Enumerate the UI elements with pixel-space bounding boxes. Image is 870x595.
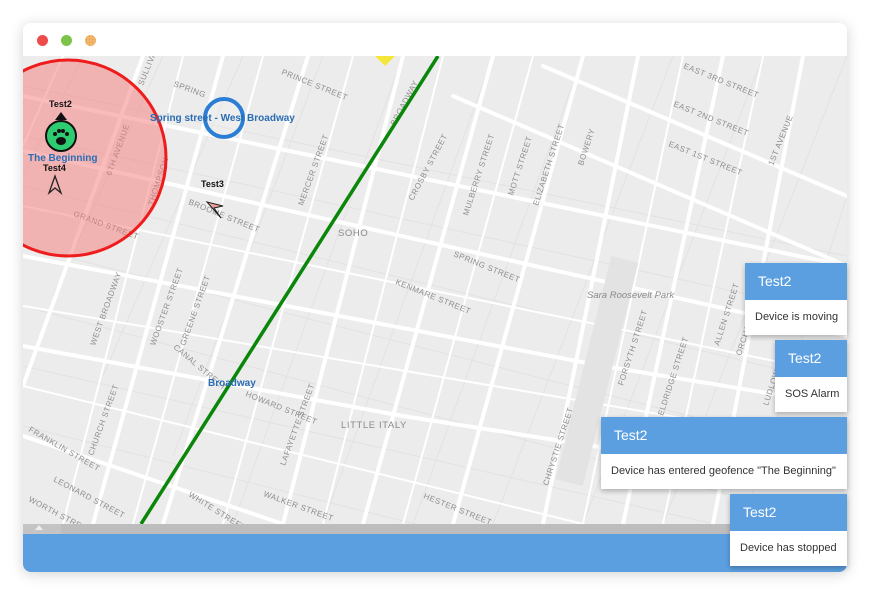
- area-label-little-italy: LITTLE ITALY: [341, 420, 407, 431]
- title-bar: [23, 23, 847, 56]
- scroll-up-icon[interactable]: [35, 525, 43, 530]
- geofence-label-broadway: Broadway: [208, 378, 256, 389]
- maximize-window-button[interactable]: [85, 35, 96, 46]
- street-label: SPRING: [172, 79, 207, 99]
- notification-message: Device is moving: [755, 311, 839, 323]
- notification-title: Test2: [775, 340, 847, 377]
- notification-message: Device has stopped: [740, 542, 837, 554]
- notification-message: Device has entered geofence "The Beginni…: [611, 465, 836, 477]
- notification-title: Test2: [745, 263, 847, 300]
- notification-title: Test2: [601, 417, 847, 454]
- bottom-panel-bar: [23, 534, 847, 572]
- marker-fragment-icon[interactable]: [375, 56, 395, 66]
- device-label-test4: Test4: [43, 163, 66, 173]
- device-marker-test2[interactable]: Test2: [45, 99, 77, 152]
- notification-toast[interactable]: Test2 Device is moving: [745, 263, 847, 335]
- minimize-window-button[interactable]: [61, 35, 72, 46]
- area-label-sara-roosevelt-park: Sara Roosevelt Park: [587, 290, 675, 301]
- notification-title: Test2: [730, 494, 847, 531]
- street-label: 1ST AVENUE: [767, 114, 795, 167]
- street-label: MOTT STREET: [506, 135, 534, 197]
- device-label-test2: Test2: [49, 99, 72, 109]
- close-window-button[interactable]: [37, 35, 48, 46]
- notification-toast[interactable]: Test2 Device has stopped: [730, 494, 847, 566]
- map-scrollbar[interactable]: [23, 524, 847, 534]
- area-label-soho: SOHO: [338, 228, 368, 239]
- street-label: CROSBY STREET: [407, 132, 450, 201]
- notification-message: SOS Alarm: [785, 388, 840, 400]
- geofence-label-spring-street: Spring street - West Broadway: [150, 113, 295, 124]
- app-window: SOHO LITTLE ITALY Sara Roosevelt Park PR…: [23, 23, 847, 572]
- notification-toast[interactable]: Test2 Device has entered geofence "The B…: [601, 417, 847, 489]
- street-label: BOWERY: [576, 127, 596, 166]
- device-label-test3: Test3: [201, 179, 224, 189]
- street-label: PRINCE STREET: [280, 68, 349, 103]
- street-label: HESTER STREET: [422, 492, 493, 524]
- notification-toast[interactable]: Test2 SOS Alarm: [775, 340, 847, 412]
